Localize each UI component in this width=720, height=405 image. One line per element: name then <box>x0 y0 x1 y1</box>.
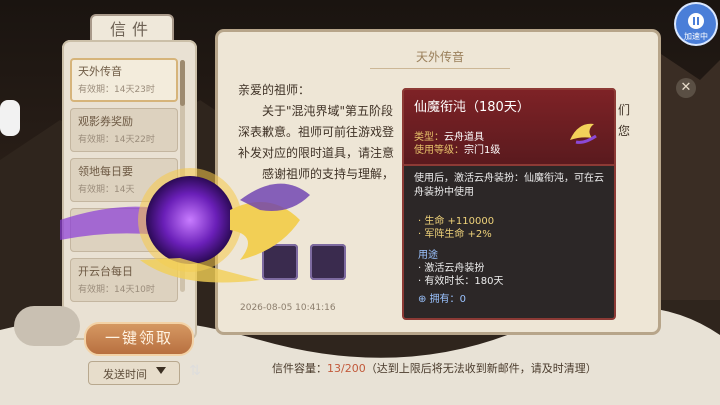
item-level-value: 宗门1级 <box>464 145 501 156</box>
owned-value: 0 <box>459 294 466 305</box>
mail-item-title: 观影券奖励 <box>78 115 133 128</box>
side-character-avatar <box>0 100 20 136</box>
mail-item[interactable]: 天外传音 有效期：14天23时 <box>70 58 178 102</box>
speed-up-button[interactable]: 加速中 <box>676 4 716 44</box>
capacity-note: （达到上限后将无法收到新邮件，请及时清理） <box>365 362 597 375</box>
letter-line: 关于"混沌界域"第五阶段 <box>262 104 394 118</box>
letter-fragment: 您 <box>618 124 631 138</box>
mail-item-title: 天外传音 <box>78 65 122 78</box>
close-icon[interactable]: ✕ <box>676 78 696 98</box>
capacity-label: 信件容量： <box>272 362 327 375</box>
dragon-orb-effect <box>60 168 310 283</box>
owned-label: 拥有： <box>429 294 460 305</box>
mail-item-expiry: 有效期：14天23时 <box>78 85 155 95</box>
letter-greeting: 亲爱的祖师： <box>238 83 311 97</box>
mail-capacity: 信件容量：13/200（达到上限后将无法收到新邮件，请及时清理） <box>272 360 597 376</box>
item-description: 使用后，激活云舟装扮：仙魔衔沌，可在云舟装扮中使用 <box>414 173 604 198</box>
item-level-key: 使用等级： <box>414 145 464 156</box>
mail-list-scroll-thumb[interactable] <box>180 60 185 106</box>
pause-icon <box>688 13 704 29</box>
item-level: 使用等级：宗门1级 <box>414 141 500 156</box>
dragon-item-icon <box>570 123 597 144</box>
sort-dropdown[interactable]: 发送时间 <box>88 361 180 385</box>
item-tooltip-title: 仙魔衔沌（180天） <box>414 100 530 115</box>
item-owned-count: ⊕ 拥有：0 <box>418 294 466 305</box>
item-stat: · 军阵生命 +2% <box>418 229 492 240</box>
scenery-rock <box>14 306 80 346</box>
sort-dropdown-label: 发送时间 <box>103 368 147 381</box>
letter-header: 天外传音 <box>370 48 510 69</box>
capacity-value: 13/200 <box>327 362 366 375</box>
swap-icon[interactable]: ⇅ <box>184 360 206 382</box>
chevron-down-icon[interactable] <box>156 367 166 374</box>
item-use-entry: · 有效时长：180天 <box>418 276 504 287</box>
claim-all-button[interactable]: 一键领取 <box>84 322 194 356</box>
speed-up-label: 加速中 <box>684 32 708 41</box>
letter-fragment: 们 <box>618 103 631 117</box>
